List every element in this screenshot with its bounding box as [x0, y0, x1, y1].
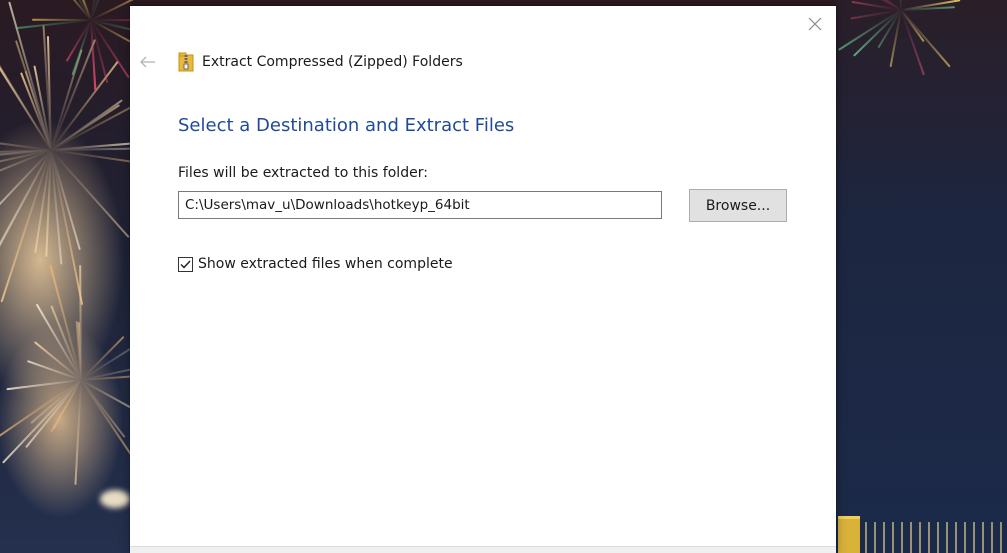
show-files-checkbox[interactable]: [178, 256, 193, 272]
desktop-night-sky: [836, 0, 1007, 553]
firework-spark: [79, 265, 82, 381]
firework-spark: [80, 379, 132, 456]
dialog-footer: [130, 546, 836, 553]
close-icon: [808, 17, 822, 31]
show-files-label: Show extracted files when complete: [198, 256, 453, 272]
firework-glow: [100, 490, 130, 508]
destination-label: Files will be extracted to this folder:: [178, 165, 428, 181]
close-button[interactable]: [800, 12, 830, 36]
firework-spark: [74, 379, 82, 485]
checkmark-icon: [180, 260, 191, 269]
browse-button[interactable]: Browse...: [689, 189, 787, 222]
back-arrow-icon: [140, 56, 155, 68]
destination-path-input[interactable]: [178, 191, 662, 219]
firework-spark: [1, 379, 82, 464]
firework-spark: [35, 303, 82, 381]
dialog-title-bar: Extract Compressed (Zipped) Folders: [178, 51, 463, 73]
back-button[interactable]: [136, 51, 160, 73]
firework-spark: [31, 18, 92, 21]
page-heading: Select a Destination and Extract Files: [178, 115, 515, 136]
city-lights: [865, 522, 1007, 553]
firework-spark: [50, 60, 119, 151]
dialog-title: Extract Compressed (Zipped) Folders: [202, 54, 463, 70]
extract-dialog: Extract Compressed (Zipped) Folders Sele…: [130, 6, 836, 553]
zip-folder-icon: [178, 52, 194, 72]
show-files-option[interactable]: Show extracted files when complete: [178, 254, 453, 274]
lit-building: [838, 516, 860, 553]
